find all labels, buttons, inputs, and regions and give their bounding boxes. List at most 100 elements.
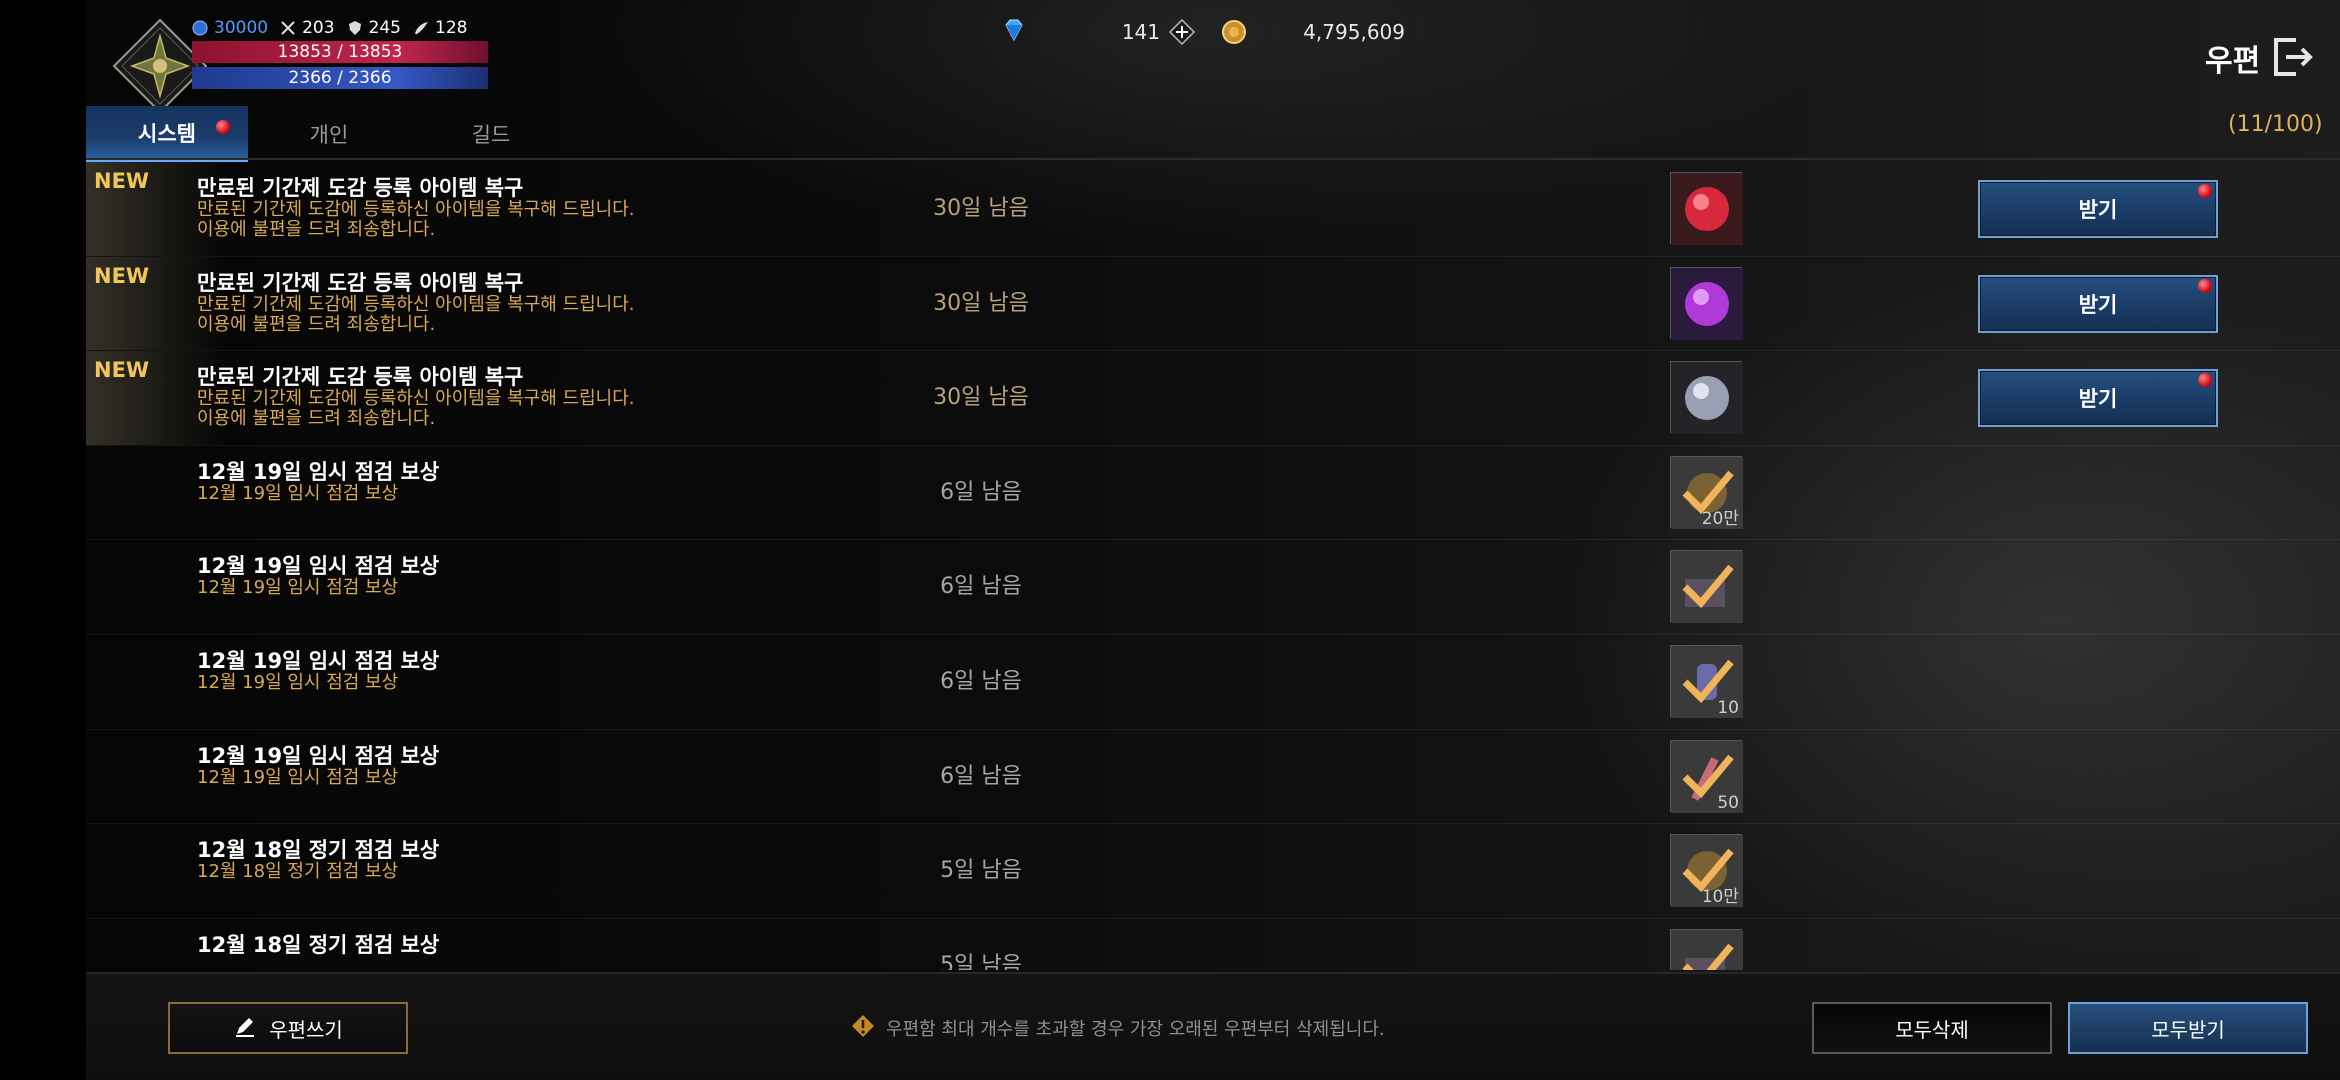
storage-notice-text: 우편함 최대 개수를 초과할 경우 가장 오래된 우편부터 삭제됩니다.: [886, 1019, 1385, 1040]
mail-title: 만료된 기간제 도감 등록 아이템 복구: [197, 176, 524, 200]
mail-description-line: 12월 19일 임시 점검 보상: [197, 671, 399, 693]
gold-coin-claimed-icon[interactable]: 10만: [1670, 834, 1743, 908]
mail-row[interactable]: 12월 19일 임시 점검 보상 12월 19일 임시 점검 보상 6일 남음 50: [86, 730, 2340, 825]
defense-stat: 245: [347, 18, 401, 38]
mail-description-line: 이용에 불편을 드려 죄송합니다.: [197, 313, 436, 335]
claim-button-label: 받기: [2078, 198, 2118, 222]
item-quantity: 20만: [1701, 508, 1739, 529]
mail-description: 만료된 기간제 도감에 등록하신 아이템을 복구해 드립니다. 이용에 불편을 드…: [197, 293, 635, 335]
claim-button-label: 받기: [2078, 387, 2118, 412]
new-badge: NEW: [94, 358, 150, 383]
days-remaining: 30일 남음: [933, 385, 1029, 411]
crossed-swords-icon: [280, 20, 296, 36]
mail-tabs: 시스템 개인 길드: [86, 106, 2340, 162]
tab-guild[interactable]: 길드: [410, 106, 572, 162]
mail-title: 12월 18일 정기 점검 보상: [197, 838, 440, 863]
mail-description-line: 만료된 기간제 도감에 등록하신 아이템을 복구해 드립니다.: [197, 293, 635, 315]
mail-description-line: 12월 19일 임시 점검 보상: [197, 482, 399, 504]
item-claimed-icon[interactable]: [1670, 550, 1743, 624]
footer-bar: 우편쓰기 우편함 최대 개수를 초과할 경우 가장 오래된 우편부터 삭제됩니다…: [86, 972, 2340, 1080]
wing-icon: [413, 20, 429, 36]
mail-description-line: 만료된 기간제 도감에 등록하신 아이템을 복구해 드립니다.: [197, 199, 635, 220]
mail-description-line: 12월 19일 임시 점검 보상: [197, 577, 399, 599]
delete-all-button[interactable]: 모두삭제: [1812, 1002, 2052, 1054]
purple-orb-icon[interactable]: [1670, 266, 1743, 340]
item-quantity: 10: [1717, 697, 1739, 718]
diamond-icon: [1000, 16, 1028, 49]
claim-button[interactable]: 받기: [1978, 369, 2218, 428]
notification-dot-icon: [2198, 184, 2212, 198]
mail-title: 만료된 기간제 도감 등록 아이템 복구: [197, 270, 524, 295]
speed-stat-value: 128: [435, 18, 468, 38]
mail-title: 만료된 기간제 도감 등록 아이템 복구: [197, 365, 524, 390]
shield-icon: [347, 20, 363, 36]
mail-description: 12월 19일 임시 점검 보상: [197, 578, 398, 598]
diamond-currency: [1000, 14, 1028, 50]
gold-amount: 4,795,609: [1303, 20, 1405, 44]
candy-claimed-icon[interactable]: 50: [1670, 739, 1743, 813]
claim-all-button[interactable]: 모두받기: [2068, 1002, 2308, 1054]
days-remaining: 6일 남음: [940, 574, 1022, 600]
tab-label: 시스템: [138, 121, 196, 146]
tab-divider: [86, 158, 2340, 160]
mail-title: 12월 19일 임시 점검 보상: [197, 648, 440, 673]
storage-notice: 우편함 최대 개수를 초과할 경우 가장 오래된 우편부터 삭제됩니다.: [850, 1002, 1385, 1054]
mail-title: 12월 19일 임시 점검 보상: [197, 554, 440, 579]
mail-row[interactable]: 12월 19일 임시 점검 보상 12월 19일 임시 점검 보상 6일 남음 10: [86, 635, 2340, 730]
mail-row[interactable]: NEW 만료된 기간제 도감 등록 아이템 복구 만료된 기간제 도감에 등록하신 …: [86, 351, 2340, 446]
mail-title: 12월 19일 임시 점검 보상: [197, 459, 440, 484]
new-badge: NEW: [94, 169, 150, 193]
mail-row[interactable]: 12월 18일 정기 점검 보상 12월 18일 정기 점검 보상 5일 남음 10만: [86, 824, 2340, 919]
item-quantity: 10만: [1701, 887, 1739, 908]
mail-description: 12월 18일 정기 점검 보상: [197, 862, 398, 882]
days-remaining: 6일 남음: [940, 668, 1022, 694]
mail-description: 12월 19일 임시 점검 보상: [197, 671, 399, 693]
days-remaining: 30일 남음: [933, 290, 1029, 316]
mail-description: 만료된 기간제 도감에 등록하신 아이템을 복구해 드립니다. 이용에 불편을 드…: [197, 200, 635, 240]
notification-dot-icon: [216, 120, 230, 134]
plus-icon: [1168, 18, 1196, 46]
item-quantity: 50: [1717, 792, 1739, 813]
claim-button[interactable]: 받기: [1978, 180, 2218, 238]
attack-stat: 203: [280, 18, 335, 38]
mail-row[interactable]: NEW 만료된 기간제 도감 등록 아이템 복구 만료된 기간제 도감에 등록하신 …: [86, 162, 2340, 257]
notification-dot-icon: [2198, 278, 2212, 293]
exit-icon[interactable]: [2270, 34, 2316, 80]
mail-description: 12월 19일 임시 점검 보상: [197, 482, 399, 504]
mail-description-line: 12월 18일 정기 점검 보상: [197, 861, 399, 883]
mail-list: NEW 만료된 기간제 도감 등록 아이템 복구 만료된 기간제 도감에 등록하신 …: [86, 162, 2340, 970]
mail-row[interactable]: 12월 18일 정기 점검 보상 5일 남음: [86, 919, 2340, 970]
add-diamond-button[interactable]: [1168, 18, 1196, 46]
silver-orb-icon[interactable]: [1670, 361, 1743, 435]
pencil-icon: [233, 1014, 257, 1043]
notification-dot-icon: [2198, 373, 2212, 388]
gold-coin-claimed-icon[interactable]: 20만: [1670, 455, 1743, 529]
mail-row[interactable]: NEW 만료된 기간제 도감 등록 아이템 복구 만료된 기간제 도감에 등록하신 …: [86, 256, 2340, 352]
mail-title: 12월 19일 임시 점검 보상: [197, 743, 440, 768]
tab-personal[interactable]: 개인: [248, 106, 410, 162]
stat-row: 30000 203 245 128: [192, 16, 492, 40]
write-mail-button[interactable]: 우편쓰기: [168, 1002, 408, 1054]
blue-orb-icon: [192, 20, 208, 36]
diamond-amount: 141: [1121, 20, 1160, 44]
claim-button[interactable]: 받기: [1978, 274, 2218, 333]
attack-stat-value: 203: [302, 18, 335, 38]
gold-coin-icon: [1220, 18, 1248, 46]
blue-stat: 30000: [192, 18, 268, 38]
potion-claimed-icon[interactable]: 10: [1670, 644, 1743, 718]
days-remaining: 5일 남음: [940, 858, 1022, 884]
mail-description-line: 만료된 기간제 도감에 등록하신 아이템을 복구해 드립니다.: [197, 388, 635, 410]
mail-row[interactable]: 12월 19일 임시 점검 보상 12월 19일 임시 점검 보상 6일 남음 20만: [86, 446, 2340, 541]
warning-icon: [850, 1013, 876, 1044]
tab-system[interactable]: 시스템: [86, 106, 248, 162]
hp-bar: 13853 / 13853: [192, 41, 488, 63]
blue-stat-value: 30000: [214, 18, 269, 38]
days-remaining: 6일 남음: [940, 479, 1022, 505]
tab-label: 길드: [471, 123, 511, 147]
mail-title: 12월 18일 정기 점검 보상: [197, 932, 440, 957]
item-claimed-icon[interactable]: [1670, 928, 1743, 970]
days-remaining: 30일 남음: [933, 196, 1029, 221]
character-status: 30000 203 245 128 13853 / 13853 2366 / 2…: [188, 16, 488, 92]
red-orb-icon[interactable]: [1670, 172, 1743, 245]
mail-row[interactable]: 12월 19일 임시 점검 보상 12월 19일 임시 점검 보상 6일 남음: [86, 540, 2340, 635]
